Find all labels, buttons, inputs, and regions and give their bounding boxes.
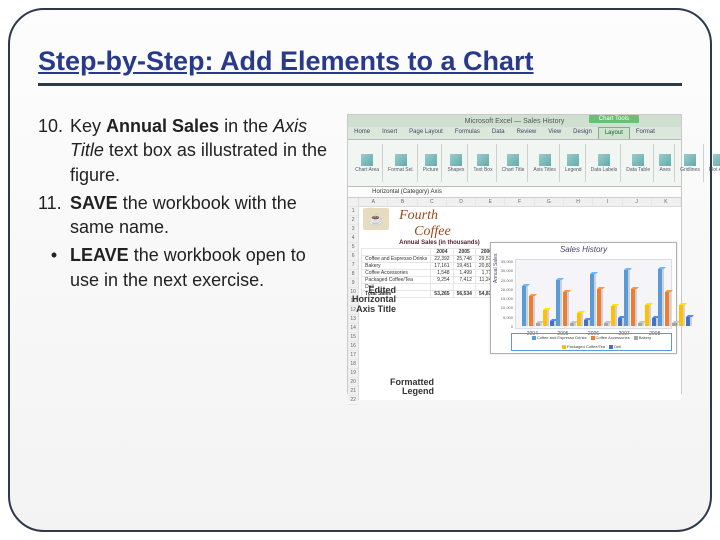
ribbon-tab-format[interactable]: Format [630,127,661,139]
legend-item[interactable]: Coffee and Espresso Drinks [532,335,587,340]
t-bold: Annual Sales [106,116,219,136]
legend-item[interactable]: Coffee Accessories [591,335,630,340]
ribbon-cmd[interactable]: Chart Title [499,144,529,182]
ribbon-cmd[interactable]: Format Sel. [385,144,418,182]
bar [604,323,610,326]
ribbon-cmd[interactable]: Picture [420,144,443,182]
chart-y-ticks: 35,00030,00025,00020,00015,00010,0005,00… [497,259,513,329]
t: in the [219,116,273,136]
content-row: 10. Key Annual Sales in the Axis Title t… [38,114,682,394]
excel-window: Chart Tools Microsoft Excel — Sales Hist… [347,114,682,394]
ribbon-cmd[interactable]: Data Table [623,144,654,182]
ribbon-tab-design[interactable]: Design [567,127,598,139]
bar [638,323,644,326]
step-number: 11. [38,191,70,240]
bar [658,269,664,326]
cells-area[interactable]: ABCDEFGHIJK Fourth Coffee Annual Sales (… [359,198,681,400]
t-bold: SAVE [70,193,118,213]
ribbon-cmd[interactable]: Shapes [444,144,468,182]
ribbon-tabs[interactable]: HomeInsertPage LayoutFormulasDataReviewV… [348,127,681,140]
col-headers: ABCDEFGHIJK [359,198,681,207]
bar [645,305,651,326]
ribbon-tab-page-layout[interactable]: Page Layout [403,127,449,139]
legend-item[interactable]: Packaged Coffee/Tea [562,344,605,349]
ribbon-cmd[interactable]: Legend [562,144,586,182]
ribbon-body[interactable]: Chart AreaFormat Sel.PictureShapesText B… [348,140,681,187]
t: text box as illustrated in the figure. [70,140,327,184]
bar [597,289,603,326]
bar [665,292,671,326]
ribbon-cmd[interactable]: Text Box [470,144,496,182]
ribbon-tab-layout[interactable]: Layout [598,127,630,139]
bar [679,305,685,326]
slide-frame: Step-by-Step: Add Elements to a Chart 10… [8,8,712,532]
sheet-area: 12345678910111213141516171819202122 ABCD… [348,198,681,400]
bar [631,289,637,326]
step-10: 10. Key Annual Sales in the Axis Title t… [38,114,337,187]
figure-container: Chart Tools Microsoft Excel — Sales Hist… [347,114,682,394]
bullet-mark: • [38,243,70,292]
bar [590,274,596,326]
chart-legend[interactable]: Coffee and Espresso Drinks Coffee Accesso… [511,333,672,351]
ribbon-cmd[interactable]: Gridlines [677,144,704,182]
company-name-1: Fourth [399,208,438,224]
chart-plot-area [515,259,672,329]
formula-bar[interactable]: Horizontal (Category) Axis [348,187,681,198]
ribbon-tab-insert[interactable]: Insert [376,127,403,139]
ribbon-cmd[interactable]: Plot Area [706,144,720,182]
ribbon-cmd[interactable]: Axis Titles [530,144,560,182]
table-title: Annual Sales (in thousands) [399,240,480,246]
bar [611,306,617,326]
ribbon-tab-view[interactable]: View [542,127,567,139]
bar [570,323,576,326]
legend-item[interactable]: Deli [609,344,621,349]
t: Key [70,116,106,136]
ribbon-tab-formulas[interactable]: Formulas [449,127,486,139]
step-11: 11. SAVE the workbook with the same name… [38,191,337,240]
ribbon-tab-data[interactable]: Data [486,127,511,139]
bar [624,270,630,326]
ribbon-tab-review[interactable]: Review [511,127,543,139]
bar [522,286,528,326]
bar [563,292,569,326]
bar [686,317,692,326]
callout-axis-title: EditedHorizontalAxis Title [352,286,396,314]
step-text: SAVE the workbook with the same name. [70,191,337,240]
chart-title-text[interactable]: Sales History [491,243,676,256]
bar [543,310,549,326]
ribbon-tab-home[interactable]: Home [348,127,376,139]
instructions-list: 10. Key Annual Sales in the Axis Title t… [38,114,337,394]
step-text: LEAVE the workbook open to use in the ne… [70,243,337,292]
chart-y-axis-title[interactable]: Annual Sales [493,254,499,283]
bullet-leave: • LEAVE the workbook open to use in the … [38,243,337,292]
slide-title: Step-by-Step: Add Elements to a Chart [38,46,682,86]
coffee-cup-icon [363,208,389,230]
step-number: 10. [38,114,70,187]
ribbon-cmd[interactable]: Data Labels [588,144,622,182]
ribbon-cmd[interactable]: Chart Area [352,144,383,182]
bar [577,313,583,326]
embedded-chart[interactable]: Sales History 35,00030,00025,00020,00015… [490,242,677,354]
t-bold: LEAVE [70,245,129,265]
bar [529,296,535,326]
legend-item[interactable]: Bakery [634,335,651,340]
bar [536,323,542,326]
step-text: Key Annual Sales in the Axis Title text … [70,114,337,187]
company-name-2: Coffee [414,224,451,240]
ribbon-cmd[interactable]: Axes [656,144,675,182]
chart-tools-indicator: Chart Tools [589,115,639,123]
callout-legend: FormattedLegend [390,378,434,397]
bar [672,323,678,326]
bar [556,280,562,326]
